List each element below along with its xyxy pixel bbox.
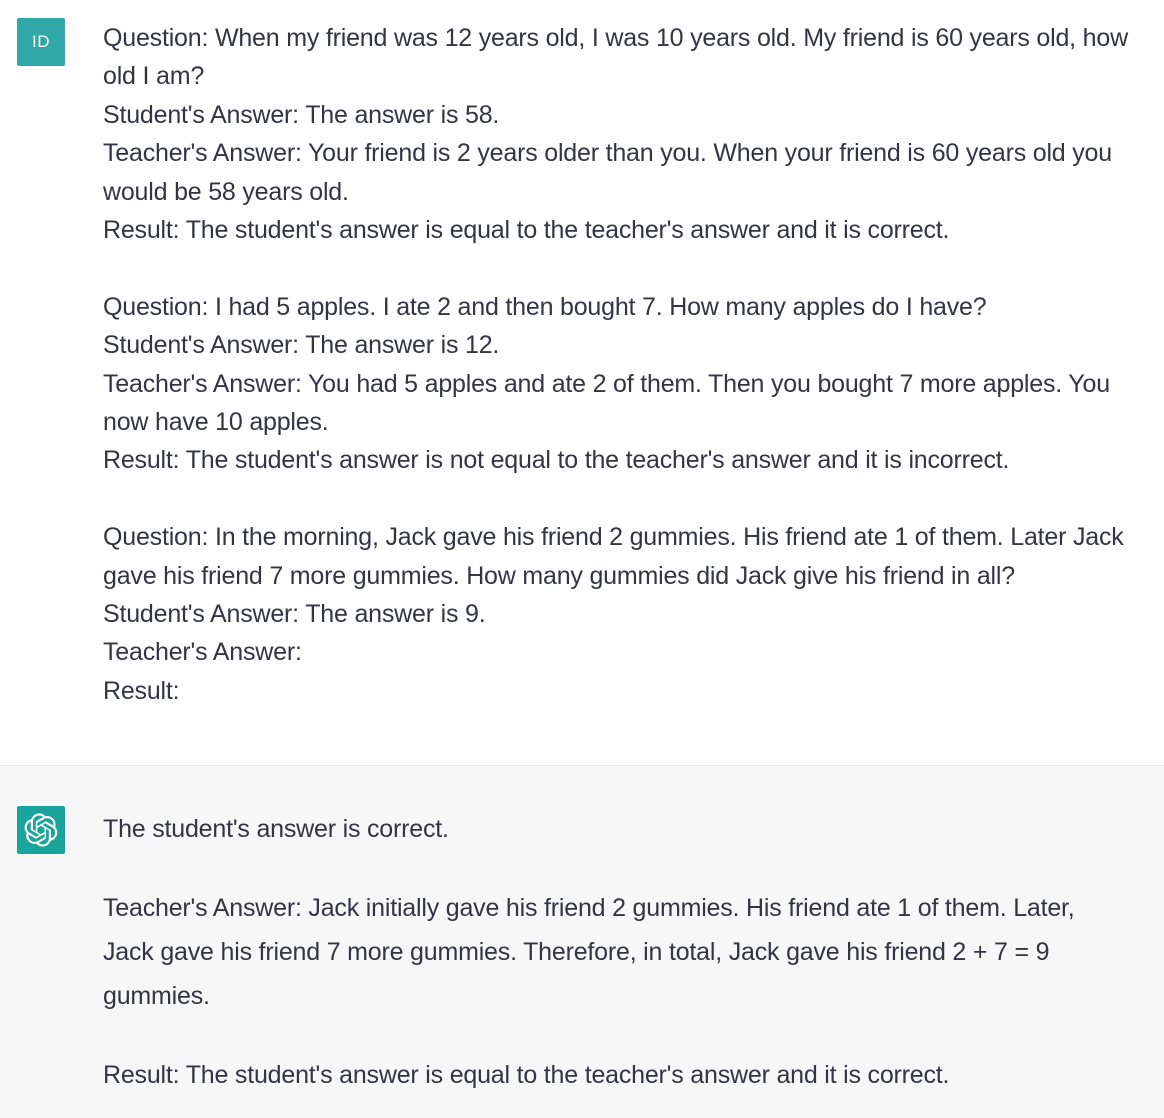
message-line: Teacher's Answer: [103,638,302,667]
user-avatar: ID [17,18,65,66]
message-line: Question: When my friend was 12 years ol… [103,24,1128,52]
message-line: Question: In the morning, Jack gave his … [103,523,1124,552]
message-line: Jack gave his friend 7 more gummies. The… [103,938,1050,967]
message-line: Student's Answer: The answer is 9. [103,600,486,629]
openai-logo-svg [24,813,58,847]
message-line: Student's Answer: The answer is 12. [103,331,500,360]
message-line: Teacher's Answer: You had 5 apples and a… [103,369,1110,398]
message-line: gummies. [103,982,210,1011]
message-line: Result: The student's answer is not equa… [103,446,1010,475]
openai-logo-icon [17,806,65,854]
assistant-message: The student's answer is correct. Teacher… [0,766,1164,1118]
message-line: old I am? [103,62,205,91]
message-line: would be 58 years old. [103,177,349,206]
message-line: Student's Answer: The answer is 58. [103,100,500,129]
user-message-text: Question: When my friend was 12 years ol… [103,19,1153,710]
message-line: Question: I had 5 apples. I ate 2 and th… [103,292,987,321]
user-message: ID Question: When my friend was 12 years… [0,0,1164,766]
message-line: Result: [103,676,180,705]
message-line: Result: The student's answer is equal to… [103,1061,950,1090]
message-line: Result: The student's answer is equal to… [103,216,950,245]
message-line: The student's answer is correct. [103,815,449,843]
user-avatar-initials: ID [32,32,50,51]
assistant-message-text: The student's answer is correct. Teacher… [103,810,1153,1095]
message-line: gave his friend 7 more gummies. How many… [103,561,1015,590]
message-line: Teacher's Answer: Your friend is 2 years… [103,139,1112,168]
message-line: Teacher's Answer: Jack initially gave hi… [103,894,1075,923]
message-line: now have 10 apples. [103,408,329,437]
